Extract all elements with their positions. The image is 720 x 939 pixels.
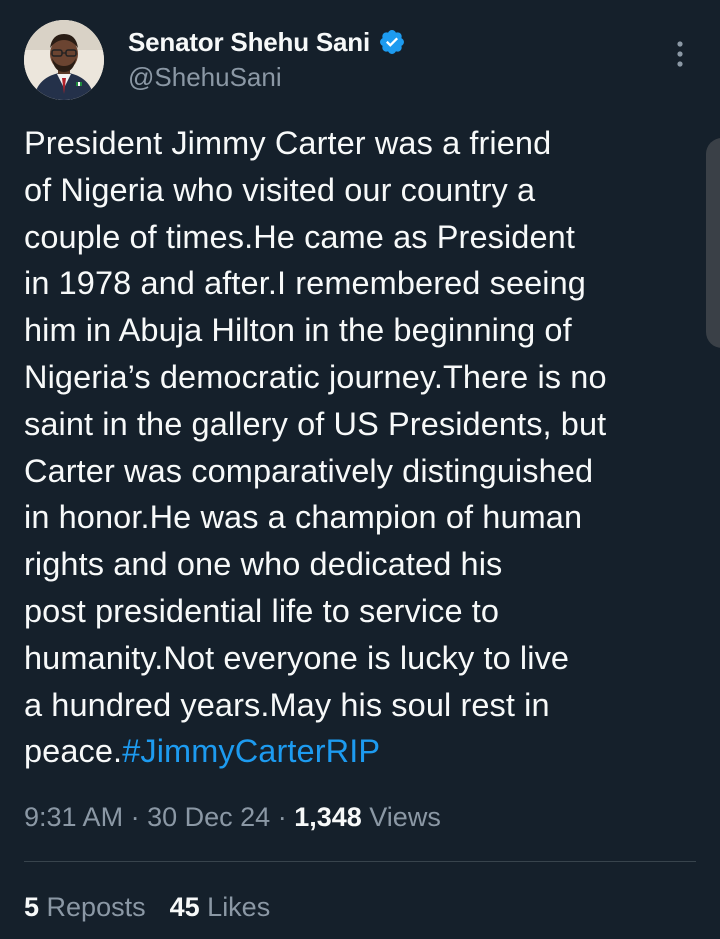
tweet-time[interactable]: 9:31 AM <box>24 802 123 832</box>
hashtag-link[interactable]: #JimmyCarterRIP <box>122 733 380 769</box>
tweet-date[interactable]: 30 Dec 24 <box>147 802 270 832</box>
separator-dot: · <box>130 802 148 832</box>
separator-dot: · <box>277 802 295 832</box>
scroll-handle[interactable] <box>706 138 720 348</box>
views-label: Views <box>369 802 441 832</box>
divider <box>24 861 696 862</box>
author-name-row: Senator Shehu Sani <box>128 26 406 58</box>
author-handle[interactable]: @ShehuSani <box>128 62 282 93</box>
more-vertical-icon[interactable] <box>664 38 696 70</box>
tweet-metadata: 9:31 AM · 30 Dec 24 · 1,348 Views <box>24 802 441 833</box>
reposts-count: 5 <box>24 892 40 922</box>
tweet-header: Senator Shehu Sani @ShehuSani <box>0 0 720 120</box>
avatar-image <box>24 20 104 100</box>
verified-badge-icon <box>378 28 406 56</box>
avatar[interactable] <box>24 20 104 100</box>
tweet-text: President Jimmy Carter was a friend of N… <box>24 120 694 775</box>
reposts-link[interactable]: 5 Reposts <box>24 892 146 923</box>
author-display-name[interactable]: Senator Shehu Sani <box>128 27 370 58</box>
views-count: 1,348 <box>294 802 362 832</box>
reposts-label: Reposts <box>46 892 146 922</box>
likes-label: Likes <box>207 892 271 922</box>
tweet-body: President Jimmy Carter was a friend of N… <box>24 125 607 770</box>
engagement-stats: 5 Reposts 45 Likes <box>24 892 270 923</box>
likes-link[interactable]: 45 Likes <box>170 892 271 923</box>
likes-count: 45 <box>169 892 200 922</box>
